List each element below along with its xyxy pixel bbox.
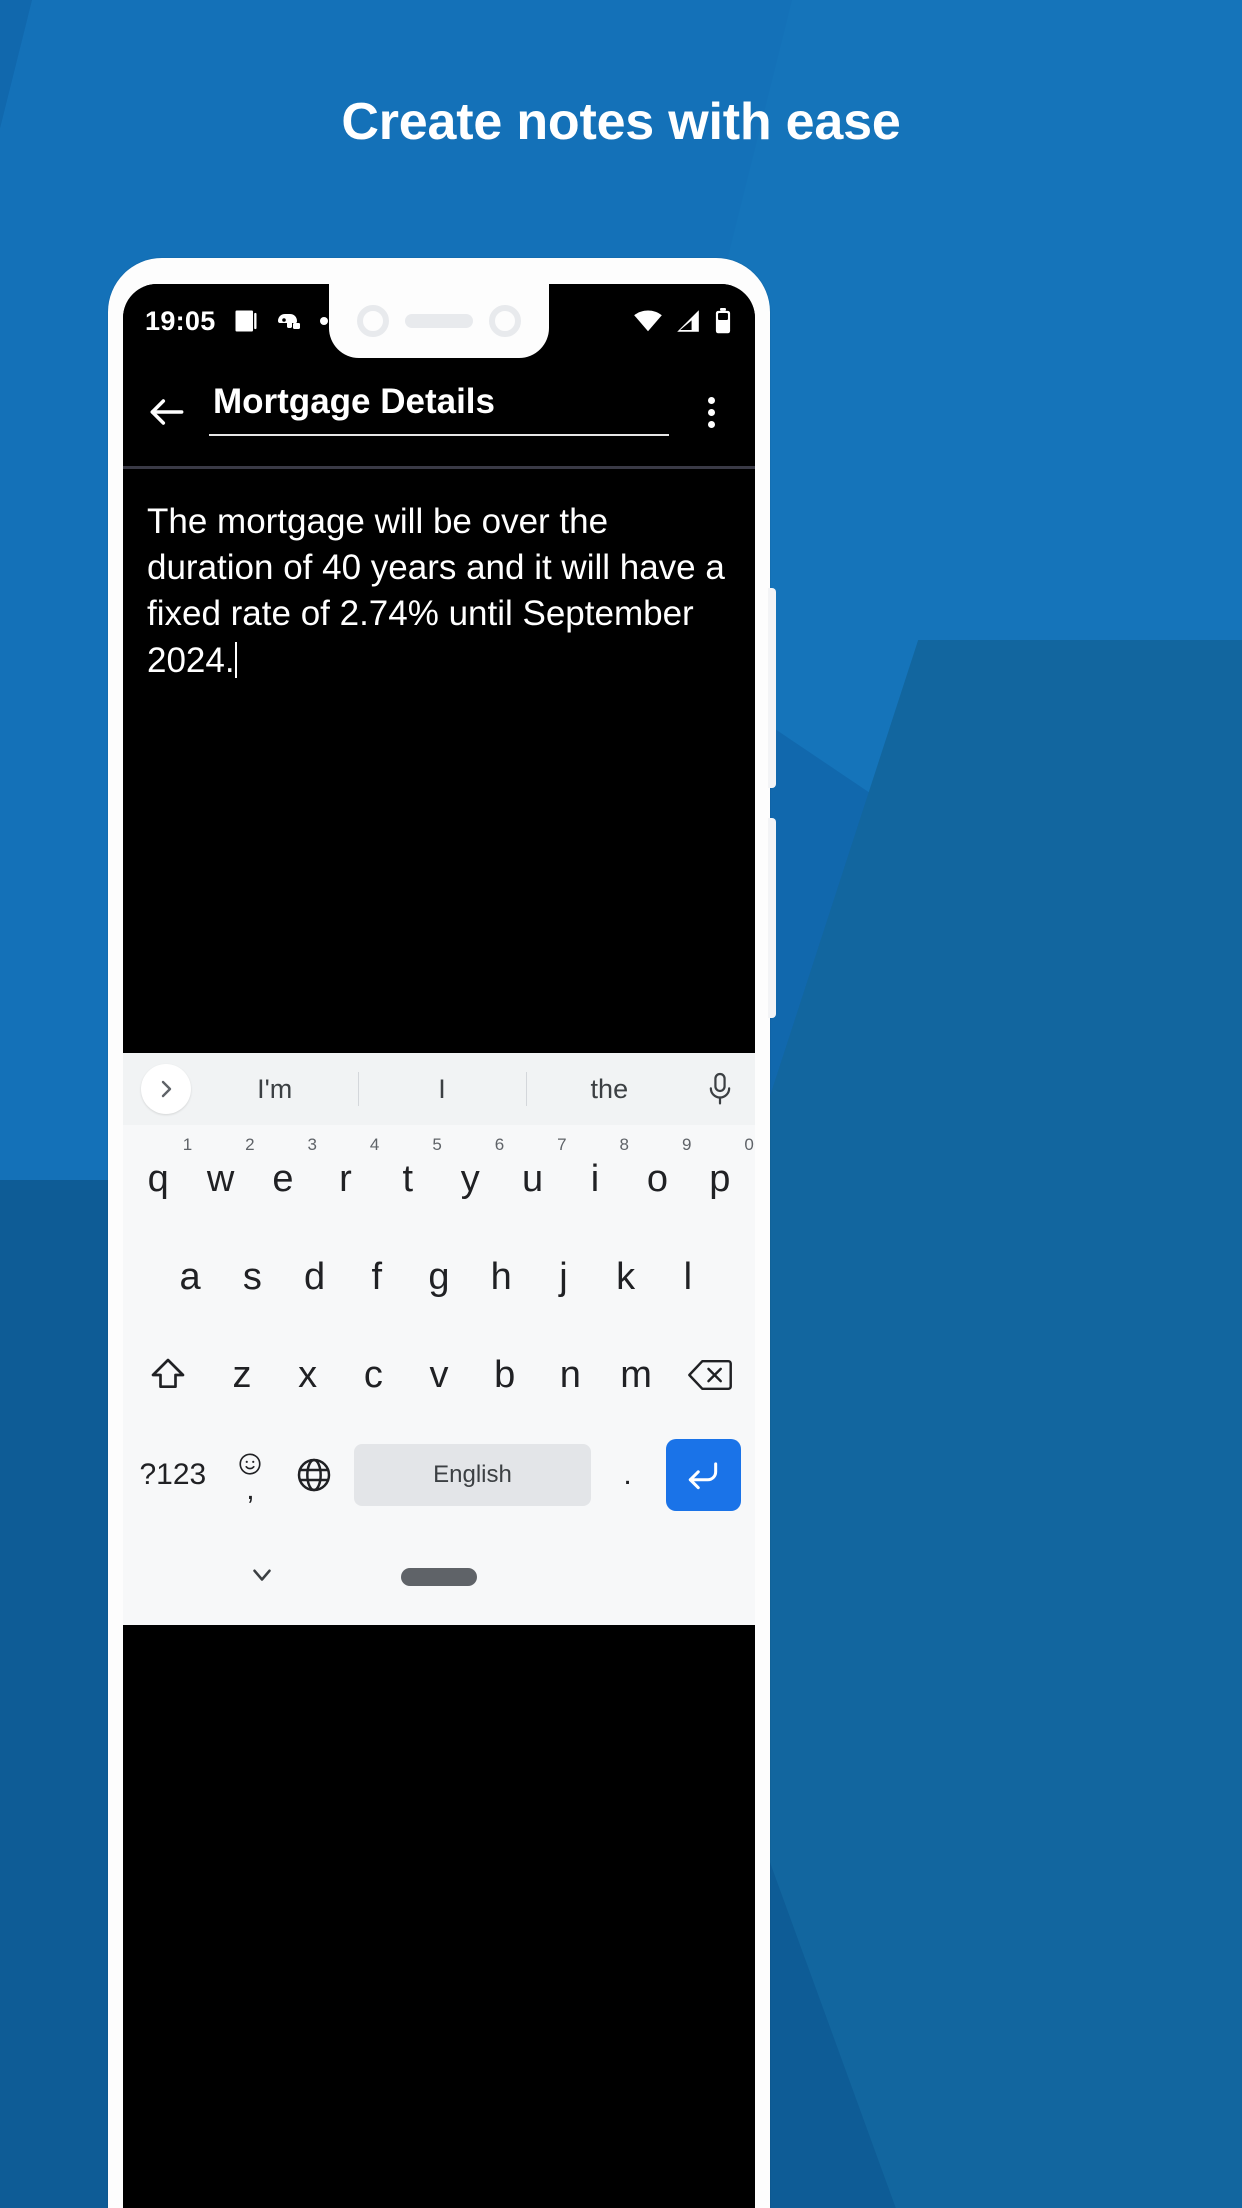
chevron-down-icon[interactable]	[247, 1560, 277, 1595]
key-v[interactable]: v	[406, 1329, 472, 1421]
key-label: p	[709, 1157, 731, 1200]
suggestion-bar: I'm I the	[123, 1053, 755, 1125]
status-bar-right	[633, 308, 733, 334]
symbols-key[interactable]: ?123	[127, 1427, 219, 1523]
suggestion-item[interactable]: I	[358, 1074, 525, 1105]
key-w[interactable]: 2w	[189, 1133, 255, 1225]
notes-notification-icon	[232, 307, 260, 335]
key-s[interactable]: s	[221, 1231, 283, 1323]
note-title-field[interactable]: Mortgage Details	[209, 382, 669, 442]
key-p[interactable]: 0p	[689, 1133, 754, 1225]
keyboard-rows: 1q 2w 3e 4r 5t 6y 7u 8i 9o 0p a s d f g …	[123, 1125, 755, 1523]
key-o[interactable]: 9o	[626, 1133, 692, 1225]
key-j[interactable]: j	[532, 1231, 594, 1323]
keyboard-row-2: a s d f g h j k l	[127, 1231, 751, 1323]
note-body-text: The mortgage will be over the duration o…	[147, 499, 731, 684]
keyboard-row-4: ?123 , English .	[127, 1427, 751, 1523]
backspace-key-icon[interactable]	[669, 1329, 751, 1421]
status-bar-clock: 19:05	[145, 305, 216, 336]
secondary-camera-icon	[489, 305, 521, 337]
status-bar: 19:05	[123, 284, 755, 358]
suggestion-item[interactable]: I'm	[191, 1074, 358, 1105]
key-b[interactable]: b	[472, 1329, 538, 1421]
expand-suggestions-button[interactable]	[141, 1064, 191, 1114]
virtual-keyboard: I'm I the 1q 2w 3 e 4 r 5 t 6 y 7 u 8 i …	[123, 1053, 755, 1625]
key-l[interactable]: l	[657, 1231, 719, 1323]
keyboard-row-1: 1q 2w 3e 4r 5t 6y 7u 8i 9o 0p	[127, 1133, 754, 1225]
enter-key-icon	[665, 1439, 741, 1511]
status-bar-left: 19:05	[145, 306, 328, 337]
earpiece-speaker	[405, 314, 473, 328]
key-a[interactable]: a	[159, 1231, 221, 1323]
key-label: i	[590, 1157, 600, 1200]
key-n[interactable]: n	[538, 1329, 604, 1421]
key-e[interactable]: 3e	[252, 1133, 317, 1225]
suggestion-list: I'm I the	[191, 1074, 693, 1105]
suggestion-item[interactable]: the	[526, 1074, 693, 1105]
emoji-key-icon[interactable]: ,	[219, 1427, 282, 1523]
key-hint: 0	[744, 1135, 754, 1154]
more-notifications-dot	[319, 317, 328, 325]
key-k[interactable]: k	[595, 1231, 657, 1323]
overflow-menu-icon[interactable]	[689, 390, 733, 434]
language-globe-icon[interactable]	[282, 1427, 345, 1523]
key-t[interactable]: 5t	[377, 1133, 442, 1225]
promo-screenshot: Create notes with ease 19:05 Mortgage De…	[0, 0, 1242, 2208]
phone-mockup: 19:05 Mortgage Details The mortgage will…	[108, 258, 776, 2208]
back-arrow-icon[interactable]	[145, 390, 189, 434]
home-gesture-pill[interactable]	[401, 1568, 477, 1586]
key-label: q	[147, 1157, 169, 1200]
key-label: w	[206, 1157, 235, 1200]
key-y[interactable]: 6y	[439, 1133, 505, 1225]
volume-button	[768, 588, 776, 788]
key-g[interactable]: g	[408, 1231, 470, 1323]
key-c[interactable]: c	[340, 1329, 406, 1421]
app-bar: Mortgage Details	[123, 358, 755, 466]
microphone-icon[interactable]	[693, 1072, 747, 1106]
shift-key-icon[interactable]	[127, 1329, 209, 1421]
key-f[interactable]: f	[346, 1231, 408, 1323]
power-button	[768, 818, 776, 1018]
key-label: o	[646, 1157, 668, 1200]
spacebar-key[interactable]: English	[346, 1427, 600, 1523]
note-editor[interactable]: The mortgage will be over the duration o…	[123, 469, 755, 1053]
key-q[interactable]: 1q	[127, 1133, 193, 1225]
key-x[interactable]: x	[275, 1329, 341, 1421]
key-m[interactable]: m	[603, 1329, 669, 1421]
key-label: r	[339, 1157, 352, 1200]
enter-key[interactable]	[656, 1427, 751, 1523]
key-z[interactable]: z	[209, 1329, 275, 1421]
navigation-bar	[123, 1529, 755, 1625]
key-label: y	[460, 1157, 480, 1200]
display-notch	[329, 284, 549, 358]
key-i[interactable]: 8i	[564, 1133, 629, 1225]
key-label: t	[402, 1157, 414, 1200]
key-u[interactable]: 7u	[501, 1133, 567, 1225]
discord-notification-icon	[276, 309, 304, 333]
front-camera-icon	[357, 305, 389, 337]
key-label: e	[272, 1157, 294, 1200]
spacebar-language-label: English	[353, 1444, 592, 1506]
key-label: u	[522, 1157, 544, 1200]
text-caret	[234, 641, 237, 678]
cellular-signal-icon	[674, 309, 702, 333]
key-h[interactable]: h	[470, 1231, 532, 1323]
promo-headline: Create notes with ease	[341, 93, 901, 151]
keyboard-row-3: z x c v b n m	[127, 1329, 751, 1421]
battery-icon	[713, 308, 733, 334]
key-d[interactable]: d	[283, 1231, 345, 1323]
note-title-text: Mortgage Details	[209, 382, 669, 436]
period-key[interactable]: .	[599, 1427, 655, 1523]
wifi-icon	[633, 309, 663, 333]
comma-key-label: ,	[246, 1472, 255, 1506]
phone-screen: 19:05 Mortgage Details The mortgage will…	[123, 284, 755, 2208]
key-r[interactable]: 4r	[314, 1133, 379, 1225]
